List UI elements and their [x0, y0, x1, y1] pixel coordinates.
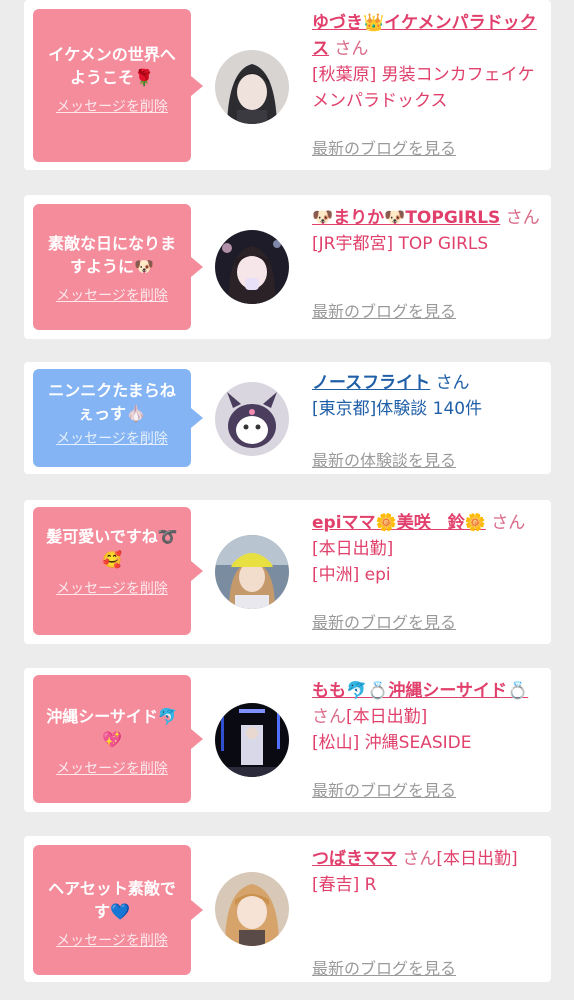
latest-report-link[interactable]: 最新の体験談を見る	[312, 448, 456, 474]
profile-info: つばきママ さん[本日出勤] [春吉] R 最新のブログを見る	[312, 846, 540, 978]
latest-blog-link[interactable]: 最新のブログを見る	[312, 956, 456, 982]
message-bubble: 素敵な日になりますように🐶 メッセージを削除	[33, 204, 203, 330]
honorific: さん	[312, 707, 346, 727]
latest-blog-link[interactable]: 最新のブログを見る	[312, 778, 456, 804]
profile-name-link[interactable]: ノースフライト	[312, 373, 430, 393]
message-text: 髪可愛いですね➰🥰	[46, 527, 178, 569]
message-text: ニンニクたまらねぇっす🧄	[48, 381, 176, 423]
shop-label: [JR宇都宮] TOP GIRLS	[312, 234, 489, 254]
message-list: イケメンの世界へようこそ🌹 メッセージを削除 ゆづき👑イケメンパラドックス さん…	[0, 0, 574, 1000]
profile-name-link[interactable]: 🐶まりか🐶TOPGIRLS	[312, 208, 500, 228]
message-text: 沖縄シーサイド🐬💖	[46, 707, 178, 749]
profile-info: epiママ🌼美咲 鈴🌼 さん[本日出勤] [中洲] epi 最新のブログを見る	[312, 510, 540, 632]
delete-message-link[interactable]: メッセージを削除	[56, 933, 168, 949]
message-card: イケメンの世界へようこそ🌹 メッセージを削除 ゆづき👑イケメンパラドックス さん…	[24, 0, 551, 170]
message-text: 素敵な日になりますように🐶	[47, 234, 176, 276]
profile-name-link[interactable]: つばきママ	[312, 849, 397, 869]
delete-message-link[interactable]: メッセージを削除	[56, 288, 168, 304]
honorific: さん	[435, 373, 470, 393]
work-status: [本日出勤]	[346, 707, 428, 727]
avatar[interactable]	[215, 50, 289, 124]
message-card: 沖縄シーサイド🐬💖 メッセージを削除 もも🐬💍沖縄シーサイド💍 さん[本日出勤]…	[24, 668, 551, 812]
avatar[interactable]	[215, 535, 289, 609]
avatar[interactable]	[215, 703, 289, 777]
message-card: ヘアセット素敵です💙 メッセージを削除 つばきママ さん[本日出勤] [春吉] …	[24, 836, 551, 982]
message-text: イケメンの世界へようこそ🌹	[48, 45, 176, 87]
message-card: 髪可愛いですね➰🥰 メッセージを削除 epiママ🌼美咲 鈴🌼 さん[本日出勤] …	[24, 500, 551, 644]
delete-message-link[interactable]: メッセージを削除	[56, 581, 168, 597]
message-bubble: ニンニクたまらねぇっす🧄 メッセージを削除	[33, 369, 203, 467]
profile-info: もも🐬💍沖縄シーサイド💍 さん[本日出勤] [松山] 沖縄SEASIDE 最新の…	[312, 678, 540, 800]
delete-message-link[interactable]: メッセージを削除	[56, 761, 168, 777]
honorific: さん	[402, 849, 437, 869]
honorific: さん	[505, 208, 540, 228]
avatar[interactable]	[215, 230, 289, 304]
shop-label: [春吉] R	[312, 875, 377, 895]
shop-label: [秋葉原] 男装コンカフェイケメンパラドックス	[312, 65, 535, 111]
shop-label: [東京都]体験談 140件	[312, 399, 483, 419]
message-text: ヘアセット素敵です💙	[48, 879, 176, 921]
shop-label: [中洲] epi	[312, 565, 391, 585]
honorific: さん	[491, 513, 526, 533]
message-bubble: ヘアセット素敵です💙 メッセージを削除	[33, 845, 203, 975]
avatar[interactable]	[215, 382, 289, 456]
profile-name-link[interactable]: epiママ🌼美咲 鈴🌼	[312, 513, 486, 533]
profile-info: ノースフライト さん [東京都]体験談 140件 最新の体験談を見る	[312, 370, 540, 470]
work-status: [本日出勤]	[436, 849, 518, 869]
delete-message-link[interactable]: メッセージを削除	[56, 431, 168, 447]
avatar[interactable]	[215, 872, 289, 946]
message-bubble: 沖縄シーサイド🐬💖 メッセージを削除	[33, 675, 203, 803]
profile-name-link[interactable]: もも🐬💍沖縄シーサイド💍	[312, 681, 528, 701]
message-bubble: イケメンの世界へようこそ🌹 メッセージを削除	[33, 9, 203, 162]
delete-message-link[interactable]: メッセージを削除	[56, 99, 168, 115]
honorific: さん	[334, 39, 369, 59]
work-status: [本日出勤]	[312, 539, 394, 559]
message-card: 素敵な日になりますように🐶 メッセージを削除 🐶まりか🐶TOPGIRLS さん …	[24, 195, 551, 339]
message-bubble: 髪可愛いですね➰🥰 メッセージを削除	[33, 507, 203, 635]
latest-blog-link[interactable]: 最新のブログを見る	[312, 136, 456, 162]
profile-info: ゆづき👑イケメンパラドックス さん [秋葉原] 男装コンカフェイケメンパラドック…	[312, 10, 540, 158]
profile-info: 🐶まりか🐶TOPGIRLS さん [JR宇都宮] TOP GIRLS 最新のブロ…	[312, 205, 540, 321]
latest-blog-link[interactable]: 最新のブログを見る	[312, 299, 456, 325]
latest-blog-link[interactable]: 最新のブログを見る	[312, 610, 456, 636]
shop-label: [松山] 沖縄SEASIDE	[312, 733, 472, 753]
message-card: ニンニクたまらねぇっす🧄 メッセージを削除 ノースフライト さん [東京都]体験…	[24, 362, 551, 474]
